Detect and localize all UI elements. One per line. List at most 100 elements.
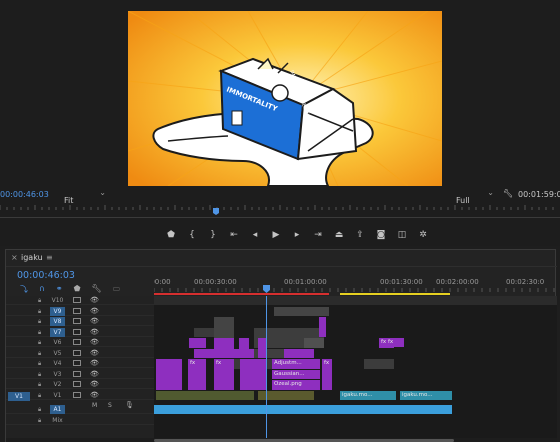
comparison-view-icon[interactable]: ◫ bbox=[396, 229, 408, 241]
mute-button[interactable]: M bbox=[92, 402, 97, 409]
playhead-handle[interactable] bbox=[263, 285, 270, 293]
camera-icon[interactable]: ◙ bbox=[375, 229, 387, 241]
step-back-icon[interactable]: ◂ bbox=[249, 229, 261, 241]
settings-icon[interactable]: ✲ bbox=[417, 229, 429, 241]
track-header-v5[interactable]: 🔒︎ V5 👁︎ bbox=[6, 349, 154, 358]
clip[interactable]: igaku.mo... bbox=[400, 390, 452, 400]
sync-lock-icon[interactable] bbox=[73, 370, 81, 377]
clip[interactable]: fx bbox=[386, 338, 404, 347]
monitor-time-ruler[interactable] bbox=[0, 203, 560, 217]
clip[interactable]: fx bbox=[188, 359, 206, 390]
clip[interactable] bbox=[240, 359, 266, 390]
lock-icon[interactable]: 🔒︎ bbox=[38, 318, 41, 326]
go-to-out-icon[interactable]: ⇥ bbox=[312, 229, 324, 241]
track-label[interactable]: V4 bbox=[50, 359, 65, 368]
step-forward-icon[interactable]: ▸ bbox=[291, 229, 303, 241]
go-to-in-icon[interactable]: ⇤ bbox=[228, 229, 240, 241]
linked-selection-icon[interactable]: ⚭ bbox=[56, 284, 63, 295]
track-area[interactable]: fx fx fx Adjustm... Gaussian... Ozeal.png fx ig… bbox=[154, 296, 557, 438]
play-icon[interactable]: ▶ bbox=[270, 229, 282, 241]
extract-icon[interactable]: ⇪ bbox=[354, 229, 366, 241]
eye-icon[interactable]: 👁︎ bbox=[90, 359, 99, 367]
clip[interactable]: fx bbox=[214, 359, 234, 390]
track-header-v10[interactable]: 🔒︎ V10 👁︎ bbox=[6, 296, 154, 305]
sync-lock-icon[interactable] bbox=[73, 360, 81, 366]
eye-icon[interactable]: 👁︎ bbox=[90, 370, 99, 378]
clip[interactable]: Adjustm... bbox=[272, 359, 320, 369]
captions-icon[interactable]: ▭ bbox=[113, 284, 121, 295]
eye-icon[interactable]: 👁︎ bbox=[90, 317, 99, 325]
clip[interactable] bbox=[284, 348, 314, 358]
track-header-v7[interactable]: 🔒︎ V7 👁︎ bbox=[6, 327, 154, 337]
sync-lock-icon[interactable] bbox=[73, 391, 81, 398]
lift-icon[interactable]: ⏏ bbox=[333, 229, 345, 241]
eye-icon[interactable]: 👁︎ bbox=[90, 338, 99, 346]
audio-clip[interactable] bbox=[154, 405, 452, 414]
sync-lock-icon[interactable] bbox=[73, 349, 81, 356]
track-label[interactable]: V7 bbox=[50, 327, 65, 337]
track-header-v2[interactable]: 🔒︎ V2 👁︎ bbox=[6, 380, 154, 389]
track-header-v8[interactable]: 🔒︎ V8 👁︎ bbox=[6, 317, 154, 326]
timeline-ruler[interactable]: :00:00 00:00:30:00 00:01:00:00 00:01:30:00 0… bbox=[148, 276, 557, 296]
playhead-handle[interactable] bbox=[213, 208, 219, 215]
track-header-v4[interactable]: 🔒︎ V4 👁︎ bbox=[6, 359, 154, 368]
track-label[interactable]: V10 bbox=[50, 296, 65, 305]
clip[interactable] bbox=[274, 306, 329, 316]
sequence-tab[interactable]: igaku bbox=[21, 253, 43, 262]
lock-icon[interactable]: 🔒︎ bbox=[38, 329, 41, 337]
lock-icon[interactable]: 🔒︎ bbox=[38, 381, 41, 389]
program-timecode[interactable]: 00:00:46:03 bbox=[0, 190, 49, 199]
lock-icon[interactable]: 🔒︎ bbox=[38, 308, 41, 316]
track-label[interactable]: Mix bbox=[50, 416, 65, 425]
close-icon[interactable]: × bbox=[11, 253, 18, 262]
sync-lock-icon[interactable] bbox=[73, 339, 81, 345]
resolution-select[interactable]: Full ⌄ bbox=[456, 188, 494, 205]
clip[interactable] bbox=[258, 338, 266, 358]
timeline-timecode[interactable]: 00:00:46:03 bbox=[17, 270, 75, 281]
clip[interactable]: igaku.mo... bbox=[340, 390, 396, 400]
clip[interactable] bbox=[304, 338, 324, 348]
clip[interactable]: Gaussian... bbox=[272, 369, 320, 379]
marker-icon[interactable]: ⬟ bbox=[165, 229, 177, 241]
eye-icon[interactable]: 👁︎ bbox=[90, 391, 99, 399]
lock-icon[interactable]: 🔒︎ bbox=[38, 350, 41, 358]
clip[interactable] bbox=[194, 327, 214, 337]
track-label[interactable]: V6 bbox=[50, 338, 65, 347]
eye-icon[interactable]: 👁︎ bbox=[90, 307, 99, 315]
video-frame[interactable]: IMMORTALITY IMMORTALITY ELIXIR bbox=[128, 11, 442, 186]
eye-icon[interactable]: 👁︎ bbox=[90, 328, 99, 336]
wrench-icon[interactable]: 🔧︎ bbox=[92, 284, 102, 295]
clip[interactable]: fx bbox=[322, 359, 332, 390]
clip[interactable] bbox=[364, 359, 394, 369]
clip[interactable] bbox=[156, 359, 182, 390]
microphone-icon[interactable]: 🎙︎ bbox=[125, 401, 134, 409]
clip[interactable] bbox=[156, 390, 254, 400]
eye-icon[interactable]: 👁︎ bbox=[90, 349, 99, 357]
mark-out-icon[interactable]: } bbox=[207, 229, 219, 241]
track-label[interactable]: V3 bbox=[50, 370, 65, 379]
eye-icon[interactable]: 👁︎ bbox=[90, 296, 99, 304]
clip[interactable]: Ozeal.png bbox=[272, 380, 320, 390]
sync-lock-icon[interactable] bbox=[73, 381, 81, 387]
lock-icon[interactable]: 🔒︎ bbox=[38, 417, 41, 425]
track-label[interactable]: V9 bbox=[50, 306, 65, 316]
clip[interactable] bbox=[319, 317, 326, 337]
zoom-select[interactable]: Fit ⌄ bbox=[64, 188, 106, 205]
lock-icon[interactable]: 🔒︎ bbox=[38, 392, 41, 400]
clip[interactable] bbox=[194, 348, 254, 358]
track-header-v3[interactable]: 🔒︎ V3 👁︎ bbox=[6, 370, 154, 379]
source-patch-v1[interactable]: V1 bbox=[8, 392, 30, 401]
track-label[interactable]: A1 bbox=[50, 405, 65, 414]
panel-menu-icon[interactable]: ≡ bbox=[46, 253, 53, 262]
clip[interactable] bbox=[189, 338, 206, 348]
track-header-v6[interactable]: 🔒︎ V6 👁︎ bbox=[6, 338, 154, 347]
track-header-v9[interactable]: 🔒︎ V9 👁︎ bbox=[6, 306, 154, 316]
track-label[interactable]: V8 bbox=[50, 317, 65, 326]
track-label[interactable]: V5 bbox=[50, 349, 65, 358]
sync-lock-icon[interactable] bbox=[73, 297, 81, 303]
solo-button[interactable]: S bbox=[108, 402, 112, 409]
track-label[interactable]: V2 bbox=[50, 380, 65, 389]
lock-icon[interactable]: 🔒︎ bbox=[38, 297, 41, 305]
sync-lock-icon[interactable] bbox=[73, 328, 81, 335]
lock-icon[interactable]: 🔒︎ bbox=[38, 406, 41, 414]
